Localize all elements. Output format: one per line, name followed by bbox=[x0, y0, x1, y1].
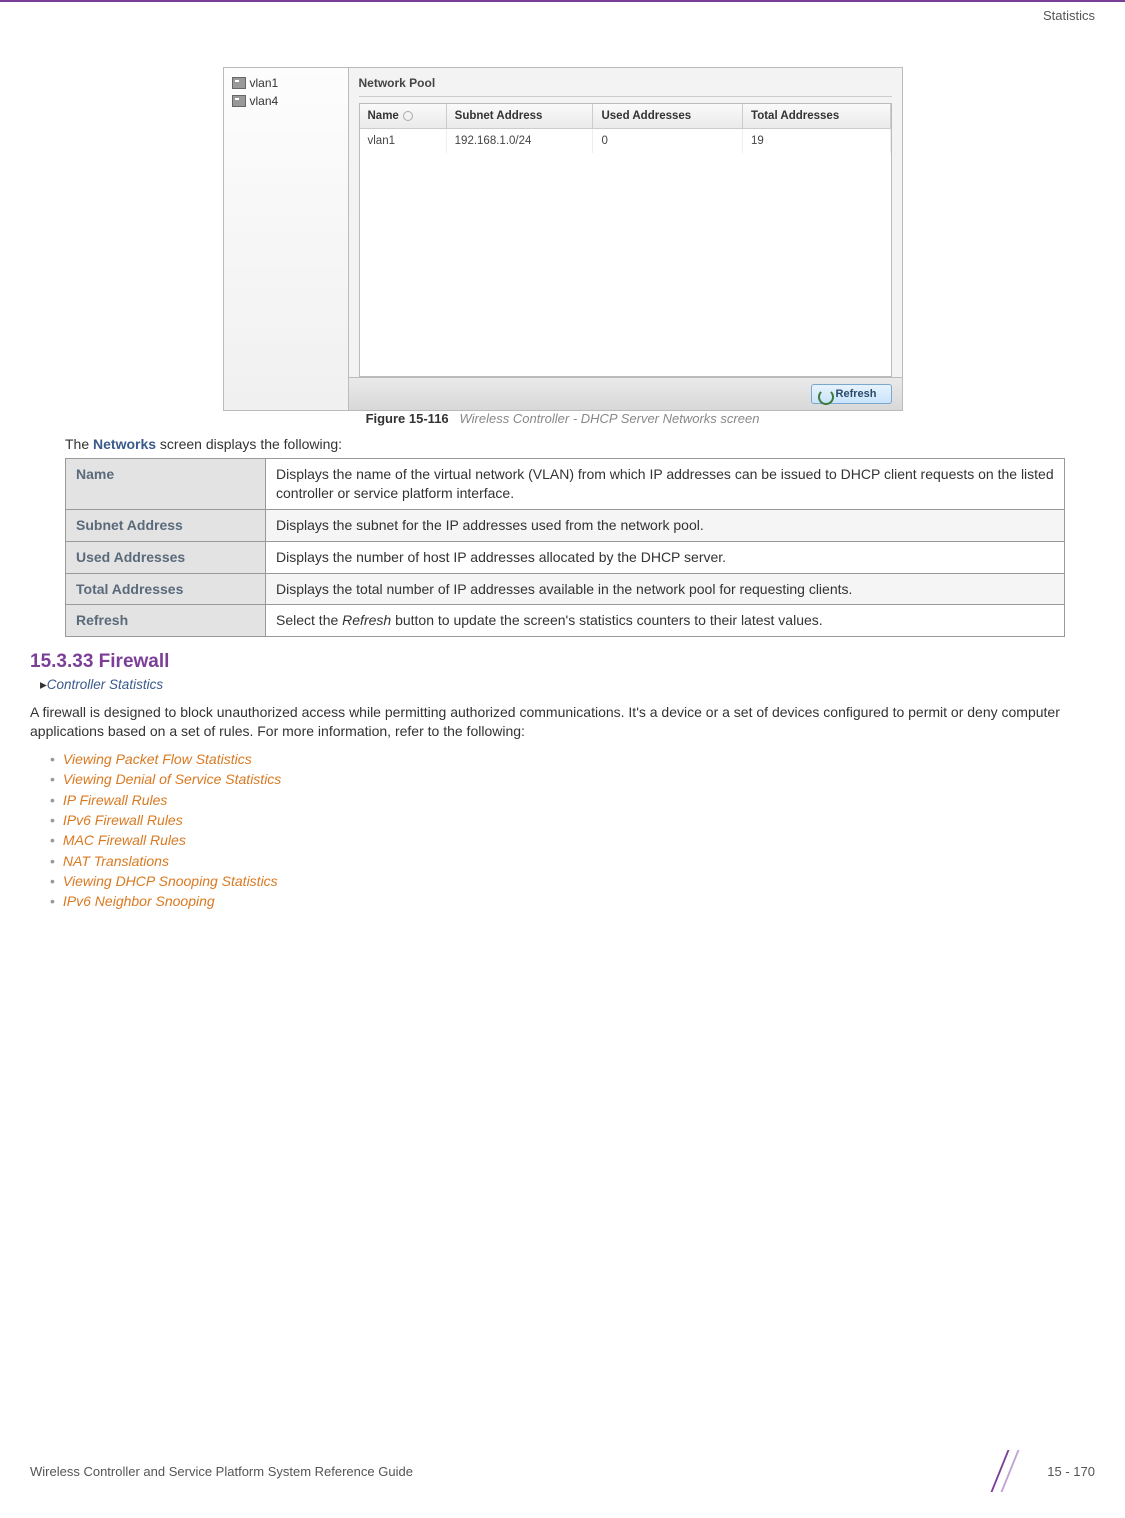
param-row: Name Displays the name of the virtual ne… bbox=[66, 459, 1065, 510]
topic-link[interactable]: MAC Firewall Rules bbox=[63, 832, 186, 848]
list-item: IP Firewall Rules bbox=[50, 790, 1095, 810]
param-row: Used Addresses Displays the number of ho… bbox=[66, 541, 1065, 573]
figure-caption: Figure 15-116 Wireless Controller - DHCP… bbox=[223, 411, 903, 426]
footer-doc-title: Wireless Controller and Service Platform… bbox=[30, 1464, 413, 1479]
cell-name: vlan1 bbox=[360, 129, 447, 154]
cell-total: 19 bbox=[743, 129, 890, 154]
param-label: Used Addresses bbox=[66, 541, 266, 573]
vlan-sidebar: vlan1 vlan4 bbox=[224, 68, 349, 410]
list-item: Viewing Denial of Service Statistics bbox=[50, 769, 1095, 789]
parameter-definition-table: Name Displays the name of the virtual ne… bbox=[65, 458, 1065, 637]
param-desc: Displays the name of the virtual network… bbox=[266, 459, 1065, 510]
footer-slash-decor-icon bbox=[995, 1450, 1037, 1492]
param-row: Subnet Address Displays the subnet for t… bbox=[66, 509, 1065, 541]
list-item: Viewing DHCP Snooping Statistics bbox=[50, 871, 1095, 891]
vlan-label: vlan1 bbox=[250, 76, 279, 90]
param-desc: Displays the number of host IP addresses… bbox=[266, 541, 1065, 573]
action-bar: Refresh bbox=[349, 377, 902, 410]
intro-suffix: screen displays the following: bbox=[156, 436, 342, 452]
topic-link[interactable]: IPv6 Neighbor Snooping bbox=[63, 893, 215, 909]
param-label: Total Addresses bbox=[66, 573, 266, 605]
intro-bold: Networks bbox=[93, 436, 156, 452]
network-pool-table: Name Subnet Address Used Addresses Total… bbox=[360, 104, 891, 153]
col-used[interactable]: Used Addresses bbox=[593, 104, 743, 129]
vlan-icon bbox=[232, 95, 246, 107]
param-desc-pre: Select the bbox=[276, 612, 342, 628]
list-item: MAC Firewall Rules bbox=[50, 830, 1095, 850]
intro-sentence: The Networks screen displays the followi… bbox=[65, 436, 1095, 452]
table-header-row: Name Subnet Address Used Addresses Total… bbox=[360, 104, 891, 129]
topic-link[interactable]: Viewing DHCP Snooping Statistics bbox=[63, 873, 278, 889]
table-row[interactable]: vlan1 192.168.1.0/24 0 19 bbox=[360, 129, 891, 154]
topic-link[interactable]: NAT Translations bbox=[63, 853, 169, 869]
param-desc: Displays the total number of IP addresse… bbox=[266, 573, 1065, 605]
vlan-icon bbox=[232, 77, 246, 89]
sidebar-item-vlan4[interactable]: vlan4 bbox=[224, 92, 348, 110]
header-section-label: Statistics bbox=[1043, 8, 1095, 23]
topic-link[interactable]: Viewing Packet Flow Statistics bbox=[63, 751, 252, 767]
refresh-button[interactable]: Refresh bbox=[811, 384, 892, 404]
col-name[interactable]: Name bbox=[360, 104, 447, 129]
page-footer: Wireless Controller and Service Platform… bbox=[30, 1450, 1095, 1492]
section-heading-firewall: 15.3.33 Firewall bbox=[30, 651, 1095, 673]
related-topics-list: Viewing Packet Flow Statistics Viewing D… bbox=[50, 749, 1095, 911]
breadcrumb-arrow-icon: ▸ bbox=[40, 677, 47, 692]
topic-link[interactable]: IPv6 Firewall Rules bbox=[63, 812, 183, 828]
param-label: Refresh bbox=[66, 605, 266, 637]
cell-used: 0 bbox=[593, 129, 743, 154]
list-item: IPv6 Firewall Rules bbox=[50, 810, 1095, 830]
list-item: NAT Translations bbox=[50, 851, 1095, 871]
dhcp-networks-screenshot: vlan1 vlan4 Network Pool Name Subnet Add… bbox=[223, 67, 903, 411]
param-row: Total Addresses Displays the total numbe… bbox=[66, 573, 1065, 605]
param-desc: Select the Refresh button to update the … bbox=[266, 605, 1065, 637]
network-pool-panel: Network Pool Name Subnet Address Used Ad… bbox=[349, 68, 902, 410]
col-subnet[interactable]: Subnet Address bbox=[446, 104, 593, 129]
figure-number: Figure 15-116 bbox=[366, 411, 449, 426]
param-desc-em: Refresh bbox=[342, 612, 391, 628]
param-desc: Displays the subnet for the IP addresses… bbox=[266, 509, 1065, 541]
network-pool-table-wrap: Name Subnet Address Used Addresses Total… bbox=[359, 103, 892, 377]
param-row: Refresh Select the Refresh button to upd… bbox=[66, 605, 1065, 637]
sort-indicator-icon bbox=[403, 111, 413, 121]
topic-link[interactable]: Viewing Denial of Service Statistics bbox=[63, 771, 281, 787]
vlan-label: vlan4 bbox=[250, 94, 279, 108]
list-item: IPv6 Neighbor Snooping bbox=[50, 891, 1095, 911]
sidebar-item-vlan1[interactable]: vlan1 bbox=[224, 74, 348, 92]
param-label: Subnet Address bbox=[66, 509, 266, 541]
list-item: Viewing Packet Flow Statistics bbox=[50, 749, 1095, 769]
divider bbox=[359, 96, 892, 97]
breadcrumb: ▸Controller Statistics bbox=[40, 677, 1095, 693]
figure-description: Wireless Controller - DHCP Server Networ… bbox=[460, 411, 760, 426]
footer-page-number: 15 - 170 bbox=[1047, 1464, 1095, 1479]
footer-right: 15 - 170 bbox=[995, 1450, 1095, 1492]
param-desc-post: button to update the screen's statistics… bbox=[391, 612, 822, 628]
intro-prefix: The bbox=[65, 436, 93, 452]
col-name-label: Name bbox=[368, 110, 399, 122]
col-total[interactable]: Total Addresses bbox=[743, 104, 890, 129]
topic-link[interactable]: IP Firewall Rules bbox=[63, 792, 168, 808]
cell-subnet: 192.168.1.0/24 bbox=[446, 129, 593, 154]
fieldset-title: Network Pool bbox=[349, 68, 902, 94]
firewall-intro-paragraph: A firewall is designed to block unauthor… bbox=[30, 703, 1095, 741]
screenshot-figure: vlan1 vlan4 Network Pool Name Subnet Add… bbox=[223, 67, 903, 426]
breadcrumb-link[interactable]: Controller Statistics bbox=[47, 677, 163, 692]
page-header: Statistics bbox=[0, 0, 1125, 27]
page-content: vlan1 vlan4 Network Pool Name Subnet Add… bbox=[0, 27, 1125, 912]
param-label: Name bbox=[66, 459, 266, 510]
